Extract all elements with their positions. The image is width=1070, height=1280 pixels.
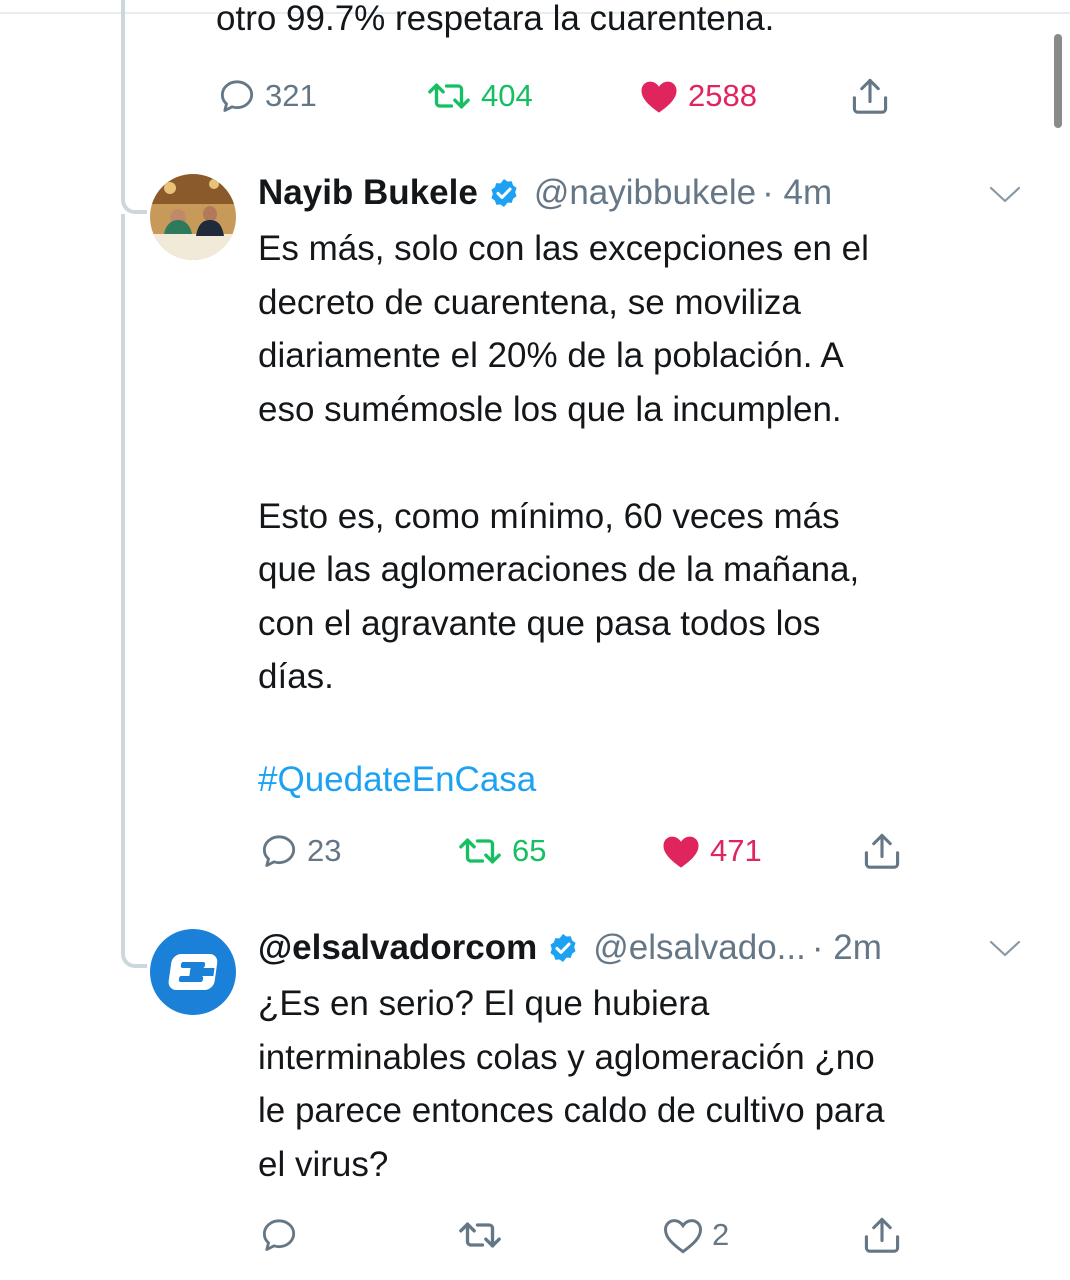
like-icon	[663, 836, 699, 868]
reply-button[interactable]: 321	[217, 71, 317, 121]
like-count: 471	[710, 833, 762, 868]
share-icon	[864, 833, 900, 869]
timestamp[interactable]: · 2m	[812, 928, 882, 968]
like-icon	[664, 1219, 702, 1254]
reply-count: 23	[307, 833, 342, 868]
share-button[interactable]	[860, 1210, 904, 1260]
retweet-icon	[428, 83, 470, 109]
tweet2-body: ¿Es en serio? El que hubiera interminabl…	[258, 984, 885, 1184]
like-count: 2	[712, 1217, 730, 1252]
reply-icon	[262, 1219, 296, 1251]
elsalvador-logo-icon	[168, 954, 218, 990]
reply-icon	[262, 835, 296, 867]
reply-count: 321	[265, 78, 317, 113]
retweet-button[interactable]	[456, 1210, 504, 1260]
verified-badge-icon	[550, 934, 576, 962]
handle[interactable]: @elsalvado...	[593, 928, 806, 968]
like-count: 2588	[688, 78, 757, 113]
timestamp[interactable]: · 4m	[762, 173, 832, 213]
reply-button[interactable]: 23	[259, 826, 341, 876]
tweet1-header: Nayib Bukele @nayibbukele · 4m	[258, 168, 832, 218]
avatar-nayibbukele[interactable]	[150, 174, 236, 260]
avatar-photo	[150, 174, 236, 260]
share-button[interactable]	[860, 826, 904, 876]
reply-icon	[220, 80, 254, 112]
tweet1-actions: 23 65 471	[0, 826, 1070, 876]
display-name[interactable]: @elsalvadorcom	[258, 928, 537, 968]
retweet-icon	[459, 1222, 501, 1248]
retweet-button[interactable]: 404	[425, 71, 533, 121]
share-icon	[864, 1217, 900, 1253]
reply-button[interactable]	[259, 1210, 299, 1260]
like-button[interactable]: 2588	[638, 71, 757, 121]
handle[interactable]: @nayibbukele	[534, 173, 756, 213]
prev-tweet-actions: 321 404 2588	[0, 71, 1070, 121]
display-name[interactable]: Nayib Bukele	[258, 173, 478, 213]
tweet2-actions: 2	[0, 1210, 1070, 1260]
avatar-elsalvadorcom[interactable]	[150, 929, 236, 1015]
retweet-count: 404	[481, 78, 533, 113]
hashtag-link[interactable]: #QuedateEnCasa	[258, 760, 536, 800]
tweet2-header: @elsalvadorcom @elsalvado... · 2m	[258, 923, 882, 973]
retweet-button[interactable]: 65	[456, 826, 546, 876]
share-icon	[852, 78, 888, 114]
verified-badge-icon	[491, 179, 517, 207]
share-button[interactable]	[848, 71, 892, 121]
tweet1-body: Es más, solo con las excepciones en el d…	[258, 229, 869, 696]
thread-connector-1	[121, 200, 147, 214]
thread-connector-2	[121, 954, 147, 968]
chevron-down-icon[interactable]	[988, 184, 1022, 206]
like-button[interactable]: 471	[660, 826, 762, 876]
like-icon	[641, 81, 677, 113]
retweet-count: 65	[512, 833, 547, 868]
like-button[interactable]: 2	[662, 1210, 729, 1260]
retweet-icon	[459, 838, 501, 864]
prev-tweet-text: otro 99.7% respetara la cuarentena.	[216, 0, 775, 38]
chevron-down-icon[interactable]	[988, 938, 1022, 960]
